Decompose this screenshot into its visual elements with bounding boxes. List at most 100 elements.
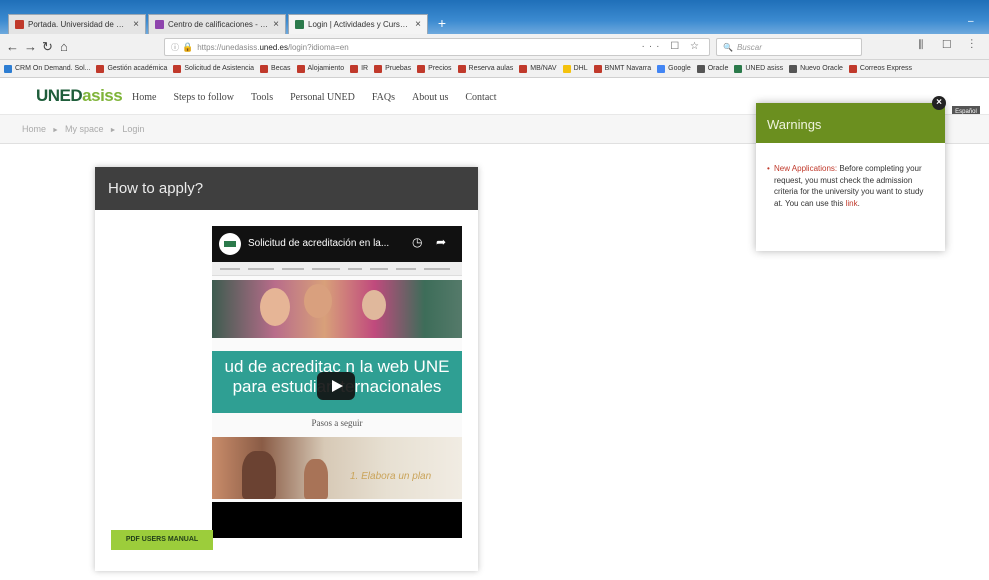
bookmark-item[interactable]: Alojamiento [296,64,344,73]
tab-title: Centro de calificaciones - Ed [168,20,270,29]
card-header: How to apply? [95,167,478,210]
browser-tab-login[interactable]: Login | Actividades y Cursos | U × [288,14,428,34]
browser-tab-portada[interactable]: Portada. Universidad de Nav × [8,14,146,34]
address-bar[interactable]: ⓘ 🔒 https://unedasiss. uned.es/login?idio… [164,38,710,56]
search-placeholder: Buscar [736,42,762,52]
browser-tab-calificaciones[interactable]: Centro de calificaciones - Ed × [148,14,286,34]
tab-title: Portada. Universidad de Nav [28,20,130,29]
bookmark-item[interactable]: Precios [417,64,452,73]
bookmark-folder-icon [374,64,383,73]
bookmark-label: Precios [428,65,452,72]
share-icon[interactable]: ➦ [436,235,446,249]
admission-criteria-link[interactable]: link [846,199,858,208]
back-arrow-icon[interactable]: ← [6,39,19,55]
forward-arrow-icon[interactable]: → [24,39,37,55]
warnings-text-end: . [857,198,860,208]
nav-contact[interactable]: Contact [465,92,496,103]
bookmark-folder-icon [350,64,359,73]
gradebook-favicon-icon [155,20,164,29]
uned-favicon-icon [295,20,304,29]
video-title[interactable]: Solicitud de acreditación en la... [248,238,389,249]
toolbar-icons[interactable]: ⫼ ☐ ⋮ [918,39,981,52]
bookmark-folder-icon [296,64,305,73]
bookmark-label: Correos Express [859,65,913,72]
bookmark-item[interactable]: Gestión académica [96,64,167,73]
bookmark-folder-icon [4,64,12,73]
url-path: /login?idioma=en [287,42,349,52]
bookmark-item[interactable]: Solicitud de Asistencia [173,64,255,73]
nav-tools[interactable]: Tools [251,92,273,103]
bookmark-folder-icon [562,64,571,73]
close-tab-icon[interactable]: × [273,19,279,30]
window-minimize-icon[interactable]: – [968,16,974,27]
bookmark-item[interactable]: Reserva aulas [457,64,514,73]
bookmark-label: Pruebas [385,65,412,72]
nav-personal-uned[interactable]: Personal UNED [290,92,355,103]
reload-icon[interactable]: ↻ [42,39,53,55]
video-controls-area[interactable] [212,502,462,538]
breadcrumb-login: Login [122,124,145,134]
bookmark-folder-icon [457,64,466,73]
video-steps-text: Pasos a seguir [311,418,363,428]
nav-faqs[interactable]: FAQs [372,92,395,103]
bookmark-item[interactable]: UNED asiss [734,64,784,73]
close-tab-icon[interactable]: × [415,19,421,30]
warnings-header: Warnings [756,103,945,143]
main-navigation: Home Steps to follow Tools Personal UNED… [132,92,514,103]
play-button-icon[interactable] [317,372,355,400]
channel-logo-icon[interactable] [219,233,241,255]
url-prefix: https://unedasiss. [197,42,260,52]
pdf-users-manual-button[interactable]: PDF USERS MANUAL [111,530,213,550]
bookmark-folder-icon [657,64,666,73]
new-tab-button[interactable]: + [432,16,452,32]
page-actions-icons[interactable]: ··· ☐ ☆ [642,41,703,52]
video-students-image [212,280,462,338]
nav-steps-to-follow[interactable]: Steps to follow [173,92,234,103]
bookmark-item[interactable]: MB/NAV [519,64,557,73]
home-icon[interactable]: ⌂ [60,39,68,55]
video-frame-menu [212,262,462,276]
url-domain: uned.es [259,42,288,52]
bookmark-folder-icon [96,64,105,73]
bookmark-item[interactable]: BNMT Navarra [593,64,651,73]
close-warnings-icon[interactable]: × [932,96,946,110]
search-input[interactable]: 🔍 Buscar [716,38,862,56]
breadcrumb-home[interactable]: Home [22,124,46,134]
bookmarks-bar: CRM On Demand. Sol... Gestión académica So… [0,60,989,78]
nav-home[interactable]: Home [132,92,156,103]
bookmark-label: CRM On Demand. Sol... [15,65,91,72]
breadcrumb-separator-icon: ► [52,127,59,134]
bookmark-item[interactable]: Oracle [696,64,729,73]
bookmark-item[interactable]: CRM On Demand. Sol... [4,64,91,73]
uned-asiss-logo[interactable]: UNEDasiss [36,86,123,106]
bookmark-label: Solicitud de Asistencia [184,65,255,72]
bookmark-item[interactable]: Nuevo Oracle [789,64,843,73]
lock-icon: 🔒 [182,41,194,52]
bookmark-folder-icon [173,64,182,73]
bookmark-label: Reserva aulas [468,65,514,72]
browser-tab-bar: Portada. Universidad de Nav × Centro de … [0,0,989,34]
bookmark-item[interactable]: Becas [260,64,291,73]
bookmark-label: Becas [271,65,291,72]
new-applications-link[interactable]: New Applications: [774,164,837,173]
logo-main-text: UNED [36,86,83,105]
tab-title: Login | Actividades y Cursos | U [308,20,412,29]
bookmark-folder-icon [260,64,269,73]
bookmark-item[interactable]: Pruebas [374,64,412,73]
video-player[interactable]: Solicitud de acreditación en la... ◷ ➦ u… [212,226,462,538]
search-icon: 🔍 [723,42,733,52]
close-tab-icon[interactable]: × [133,19,139,30]
bookmark-item[interactable]: DHL [562,64,588,73]
bookmark-label: UNED asiss [745,65,784,72]
bookmark-item[interactable]: Google [657,64,691,73]
bookmark-label: Oracle [707,65,729,72]
breadcrumb-my-space[interactable]: My space [65,124,104,134]
bookmark-item[interactable]: Correos Express [848,64,913,73]
watch-later-icon[interactable]: ◷ [412,235,422,249]
bookmark-label: IR [361,65,369,72]
bookmark-folder-icon [789,64,798,73]
info-icon[interactable]: ⓘ [171,42,179,53]
video-step-image: 1. Elabora un plan [212,437,462,499]
bookmark-item[interactable]: IR [350,64,369,73]
nav-about-us[interactable]: About us [412,92,448,103]
